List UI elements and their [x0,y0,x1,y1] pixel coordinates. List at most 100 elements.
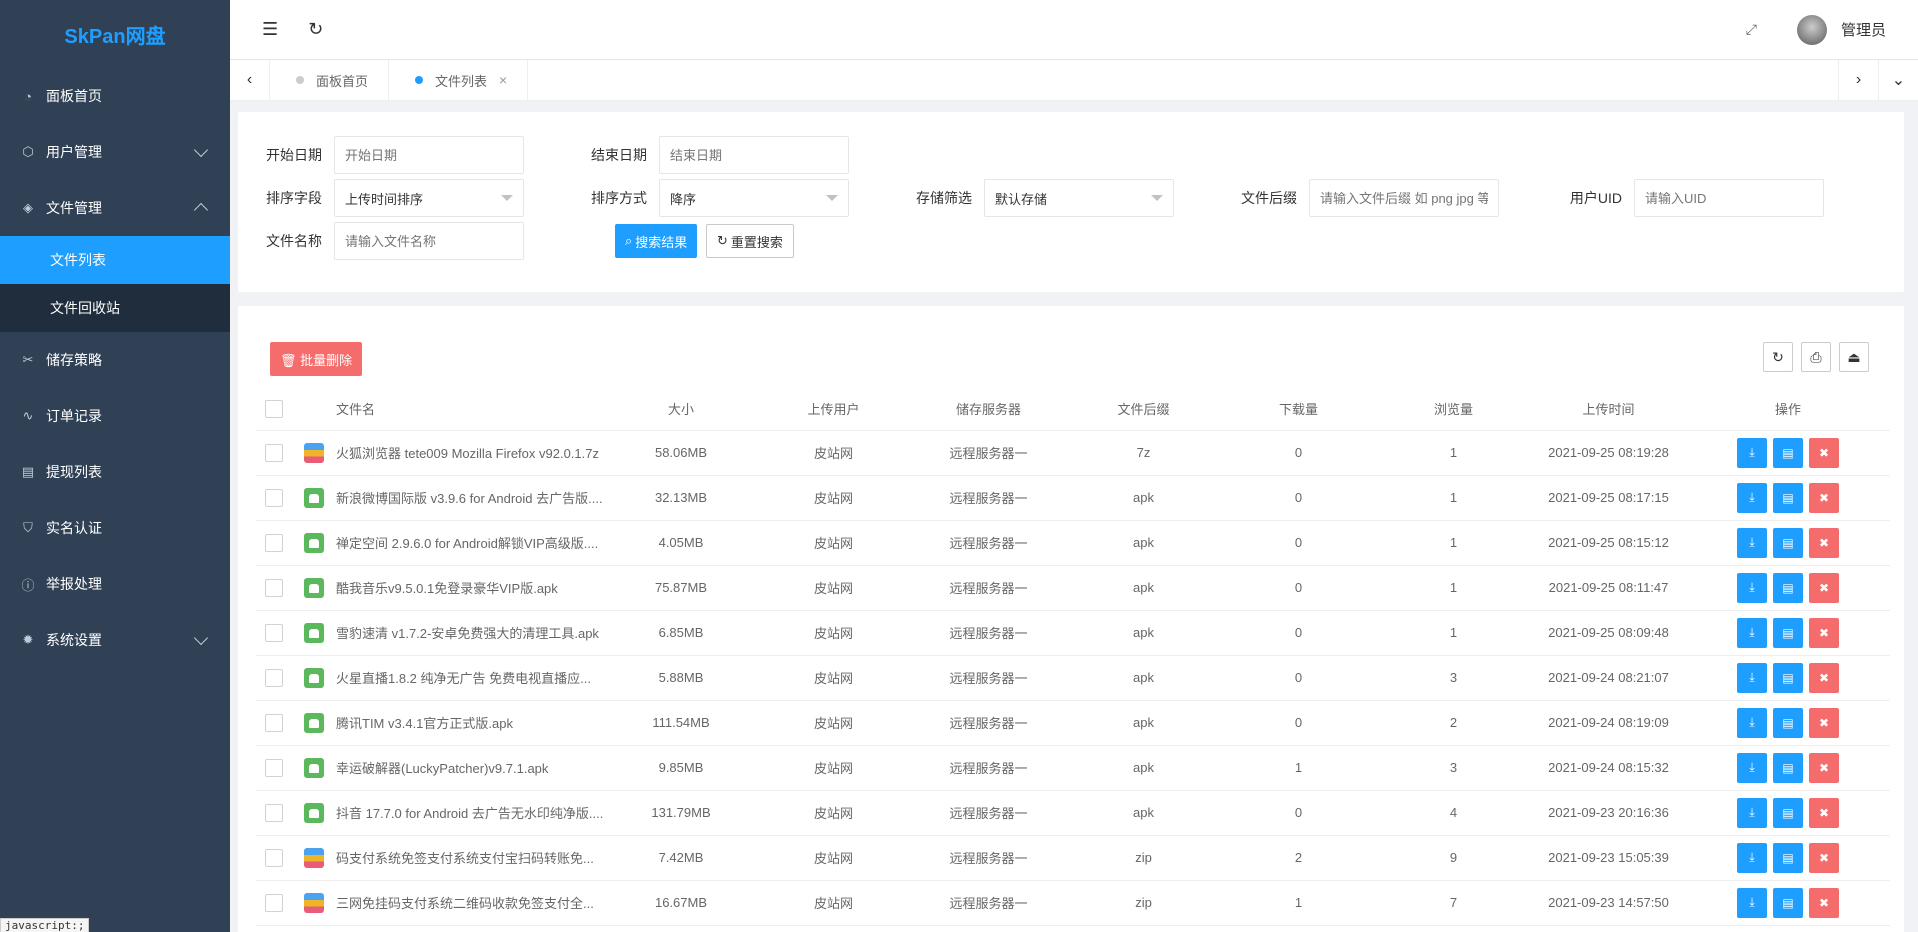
suffix-input[interactable] [1309,179,1499,217]
tab-file-list[interactable]: 文件列表 × [389,60,529,100]
row-checkbox[interactable] [265,848,283,867]
header-suffix[interactable]: 文件后缀 [1066,388,1221,431]
sidebar-item-storage[interactable]: ✂ 储存策略 [0,332,230,388]
detail-button[interactable]: ▤ [1773,482,1803,513]
sidebar-subitem-file-list[interactable]: 文件列表 [0,236,230,284]
table-row[interactable]: 腾讯TIM v3.4.1官方正式版.apk 111.54MB 皮站网 远程服务器一 ap… [256,700,1890,746]
sidebar-item-verification[interactable]: ⛉ 实名认证 [0,500,230,556]
row-filename[interactable]: 腾讯TIM v3.4.1官方正式版.apk [336,700,606,746]
delete-button[interactable]: ✖ [1809,662,1839,693]
row-filename[interactable]: 酷我音乐v9.5.0.1免登录豪华VIP版.apk [336,565,606,611]
sidebar-item-users[interactable]: ⬡ 用户管理 [0,124,230,180]
row-checkbox[interactable] [265,668,283,687]
header-server[interactable]: 储存服务器 [911,388,1066,431]
file-name-input[interactable] [334,222,524,260]
detail-button[interactable]: ▤ [1773,617,1803,648]
detail-button[interactable]: ▤ [1773,752,1803,783]
table-row[interactable]: 雪豹速清 v1.7.2-安卓免费强大的清理工具.apk 6.85MB 皮站网 远程服务… [256,610,1890,656]
header-user[interactable]: 上传用户 [756,388,911,431]
row-checkbox[interactable] [265,443,283,462]
table-refresh-icon[interactable]: ↻ [1763,342,1793,372]
row-checkbox[interactable] [265,758,283,777]
close-icon[interactable]: × [499,72,507,88]
row-filename[interactable]: 抖音 17.7.0 for Android 去广告无水印纯净版.... [336,790,606,836]
user-name[interactable]: 管理员 [1841,19,1886,40]
row-checkbox[interactable] [265,623,283,642]
sidebar-item-settings[interactable]: ✹ 系统设置 [0,612,230,668]
uid-input[interactable] [1634,179,1824,217]
row-filename[interactable]: 火星直播1.8.2 纯净无广告 免费电视直播应... [336,655,606,701]
download-button[interactable]: ⤓ [1737,482,1767,513]
delete-button[interactable]: ✖ [1809,887,1839,918]
download-button[interactable]: ⤓ [1737,437,1767,468]
row-checkbox[interactable] [265,893,283,912]
detail-button[interactable]: ▤ [1773,572,1803,603]
delete-button[interactable]: ✖ [1809,572,1839,603]
tabs-scroll-right-icon[interactable]: › [1838,60,1878,100]
row-checkbox[interactable] [265,803,283,822]
row-filename[interactable]: 码支付系统免签支付系统支付宝扫码转账免... [336,835,606,881]
table-row[interactable]: 新浪微博国际版 v3.9.6 for Android 去广告版.... 32.13… [256,475,1890,521]
table-row[interactable]: 火狐浏览器 tete009 Mozilla Firefox v92.0.1.7z… [256,430,1890,476]
delete-button[interactable]: ✖ [1809,437,1839,468]
app-logo[interactable]: SkPan网盘 [0,0,230,68]
header-filename[interactable]: 文件名 [336,388,606,431]
header-time[interactable]: 上传时间 [1531,388,1686,431]
menu-toggle-icon[interactable]: ☰ [262,19,278,40]
detail-button[interactable]: ▤ [1773,527,1803,558]
header-size[interactable]: 大小 [606,388,756,431]
table-row[interactable]: 火星直播1.8.2 纯净无广告 免费电视直播应... 5.88MB 皮站网 远程服务器… [256,655,1890,701]
row-filename[interactable]: 三网免挂码支付系统二维码收款免签支付全... [336,880,606,926]
sidebar-item-files[interactable]: ◈ 文件管理 [0,180,230,236]
download-button[interactable]: ⤓ [1737,887,1767,918]
row-checkbox[interactable] [265,533,283,552]
detail-button[interactable]: ▤ [1773,437,1803,468]
sort-field-select[interactable]: 上传时间排序 [334,179,524,217]
detail-button[interactable]: ▤ [1773,887,1803,918]
detail-button[interactable]: ▤ [1773,797,1803,828]
search-button[interactable]: ⌕ 搜索结果 [615,224,698,258]
row-checkbox[interactable] [265,713,283,732]
reset-button[interactable]: ↻ 重置搜索 [706,224,794,258]
delete-button[interactable]: ✖ [1809,527,1839,558]
header-downloads[interactable]: 下载量 [1221,388,1376,431]
refresh-icon[interactable]: ↻ [308,19,323,40]
batch-delete-button[interactable]: 🗑 批量删除 [270,342,363,376]
download-button[interactable]: ⤓ [1737,707,1767,738]
sidebar-item-reports[interactable]: ⓘ 举报处理 [0,556,230,612]
delete-button[interactable]: ✖ [1809,617,1839,648]
delete-button[interactable]: ✖ [1809,707,1839,738]
header-views[interactable]: 浏览量 [1376,388,1531,431]
table-row[interactable]: 酷我音乐v9.5.0.1免登录豪华VIP版.apk 75.87MB 皮站网 远程服务器… [256,565,1890,611]
select-all-checkbox[interactable] [265,399,283,418]
download-button[interactable]: ⤓ [1737,527,1767,558]
download-button[interactable]: ⤓ [1737,842,1767,873]
detail-button[interactable]: ▤ [1773,662,1803,693]
print-icon[interactable]: ⎙ [1801,342,1831,372]
download-button[interactable]: ⤓ [1737,572,1767,603]
row-checkbox[interactable] [265,578,283,597]
delete-button[interactable]: ✖ [1809,797,1839,828]
export-icon[interactable]: ⏏ [1839,342,1869,372]
delete-button[interactable]: ✖ [1809,482,1839,513]
download-button[interactable]: ⤓ [1737,797,1767,828]
sidebar-subitem-recycle-bin[interactable]: 文件回收站 [0,284,230,332]
tabs-scroll-left-icon[interactable]: ‹ [230,60,270,100]
row-filename[interactable]: 雪豹速清 v1.7.2-安卓免费强大的清理工具.apk [336,610,606,656]
download-button[interactable]: ⤓ [1737,617,1767,648]
download-button[interactable]: ⤓ [1737,662,1767,693]
table-row[interactable]: 禅定空间 2.9.6.0 for Android解锁VIP高级版.... 4.05… [256,520,1890,566]
end-date-input[interactable] [659,136,849,174]
table-row[interactable]: 码支付系统免签支付系统支付宝扫码转账免... 7.42MB 皮站网 远程服务器一 zip… [256,835,1890,881]
avatar[interactable] [1796,14,1827,45]
detail-button[interactable]: ▤ [1773,707,1803,738]
chevron-down-icon[interactable]: ⌄ [1878,60,1918,100]
table-row[interactable]: 幸运破解器(LuckyPatcher)v9.7.1.apk 9.85MB 皮站网 远程… [256,745,1890,791]
start-date-input[interactable] [334,136,524,174]
table-row[interactable]: 抖音 17.7.0 for Android 去广告无水印纯净版.... 131.7… [256,790,1890,836]
delete-button[interactable]: ✖ [1809,752,1839,783]
sidebar-item-withdrawals[interactable]: ▤ 提现列表 [0,444,230,500]
row-filename[interactable]: 新浪微博国际版 v3.9.6 for Android 去广告版.... [336,475,606,521]
sidebar-item-orders[interactable]: ∿ 订单记录 [0,388,230,444]
sidebar-item-dashboard[interactable]: ◔ 面板首页 [0,68,230,124]
